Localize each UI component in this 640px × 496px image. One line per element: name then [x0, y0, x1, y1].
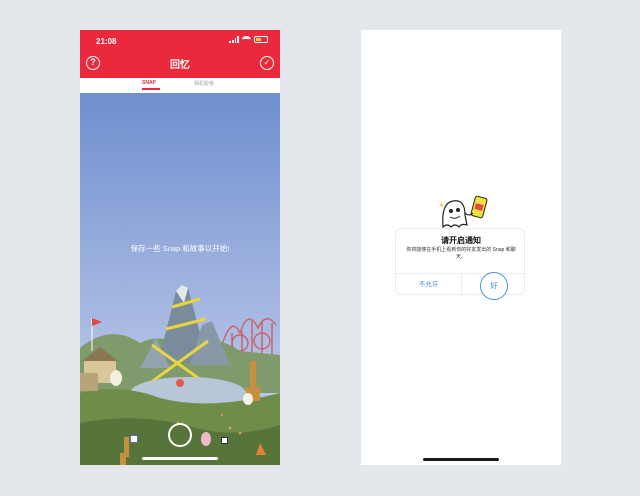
deny-button[interactable]: 不允许 — [396, 273, 461, 296]
wifi-icon — [242, 36, 251, 43]
status-icons — [229, 36, 268, 43]
memories-tabs: SNAP 相机胶卷 — [80, 78, 280, 93]
top-bar: 21:08 ? 回忆 ✓ — [80, 30, 280, 78]
landscape-illustration — [80, 93, 280, 465]
shutter-button-icon[interactable] — [168, 423, 192, 447]
memories-shortcut-icon[interactable] — [130, 435, 138, 443]
active-tab-indicator — [142, 88, 160, 90]
tab-snap[interactable]: SNAP — [142, 80, 156, 86]
dialog-message: 你将能够在手机上看到你的好友发出的 Snap 和聊天。 — [406, 247, 516, 260]
stickers-shortcut-icon[interactable] — [221, 437, 228, 444]
allow-button[interactable]: 好 — [480, 272, 508, 300]
battery-icon — [254, 36, 268, 43]
notification-screen: 请开启通知 你将能够在手机上看到你的好友发出的 Snap 和聊天。 不允许 好 — [361, 30, 561, 465]
home-indicator — [142, 457, 218, 460]
dialog-title: 请开启通知 — [441, 236, 481, 245]
memories-screen: 21:08 ? 回忆 ✓ SNAP 相机胶卷 保存一些 Snap 和故事以开始! — [80, 30, 280, 465]
status-time: 21:08 — [96, 37, 117, 46]
status-bar: 21:08 — [80, 30, 280, 52]
tab-camera-roll[interactable]: 相机胶卷 — [194, 80, 214, 87]
home-indicator — [423, 458, 499, 461]
memories-illustration: 保存一些 Snap 和故事以开始! — [80, 93, 280, 465]
empty-state-message: 保存一些 Snap 和故事以开始! — [130, 244, 230, 253]
page-title: 回忆 — [170, 60, 190, 71]
divider-vertical — [461, 273, 462, 296]
nav-bar: ? 回忆 ✓ — [80, 52, 280, 78]
check-circle-icon[interactable]: ✓ — [260, 56, 274, 70]
signal-icon — [229, 36, 239, 43]
ghost-mascot-icon — [439, 195, 488, 229]
notification-dialog: 请开启通知 你将能够在手机上看到你的好友发出的 Snap 和聊天。 不允许 好 — [395, 228, 526, 300]
